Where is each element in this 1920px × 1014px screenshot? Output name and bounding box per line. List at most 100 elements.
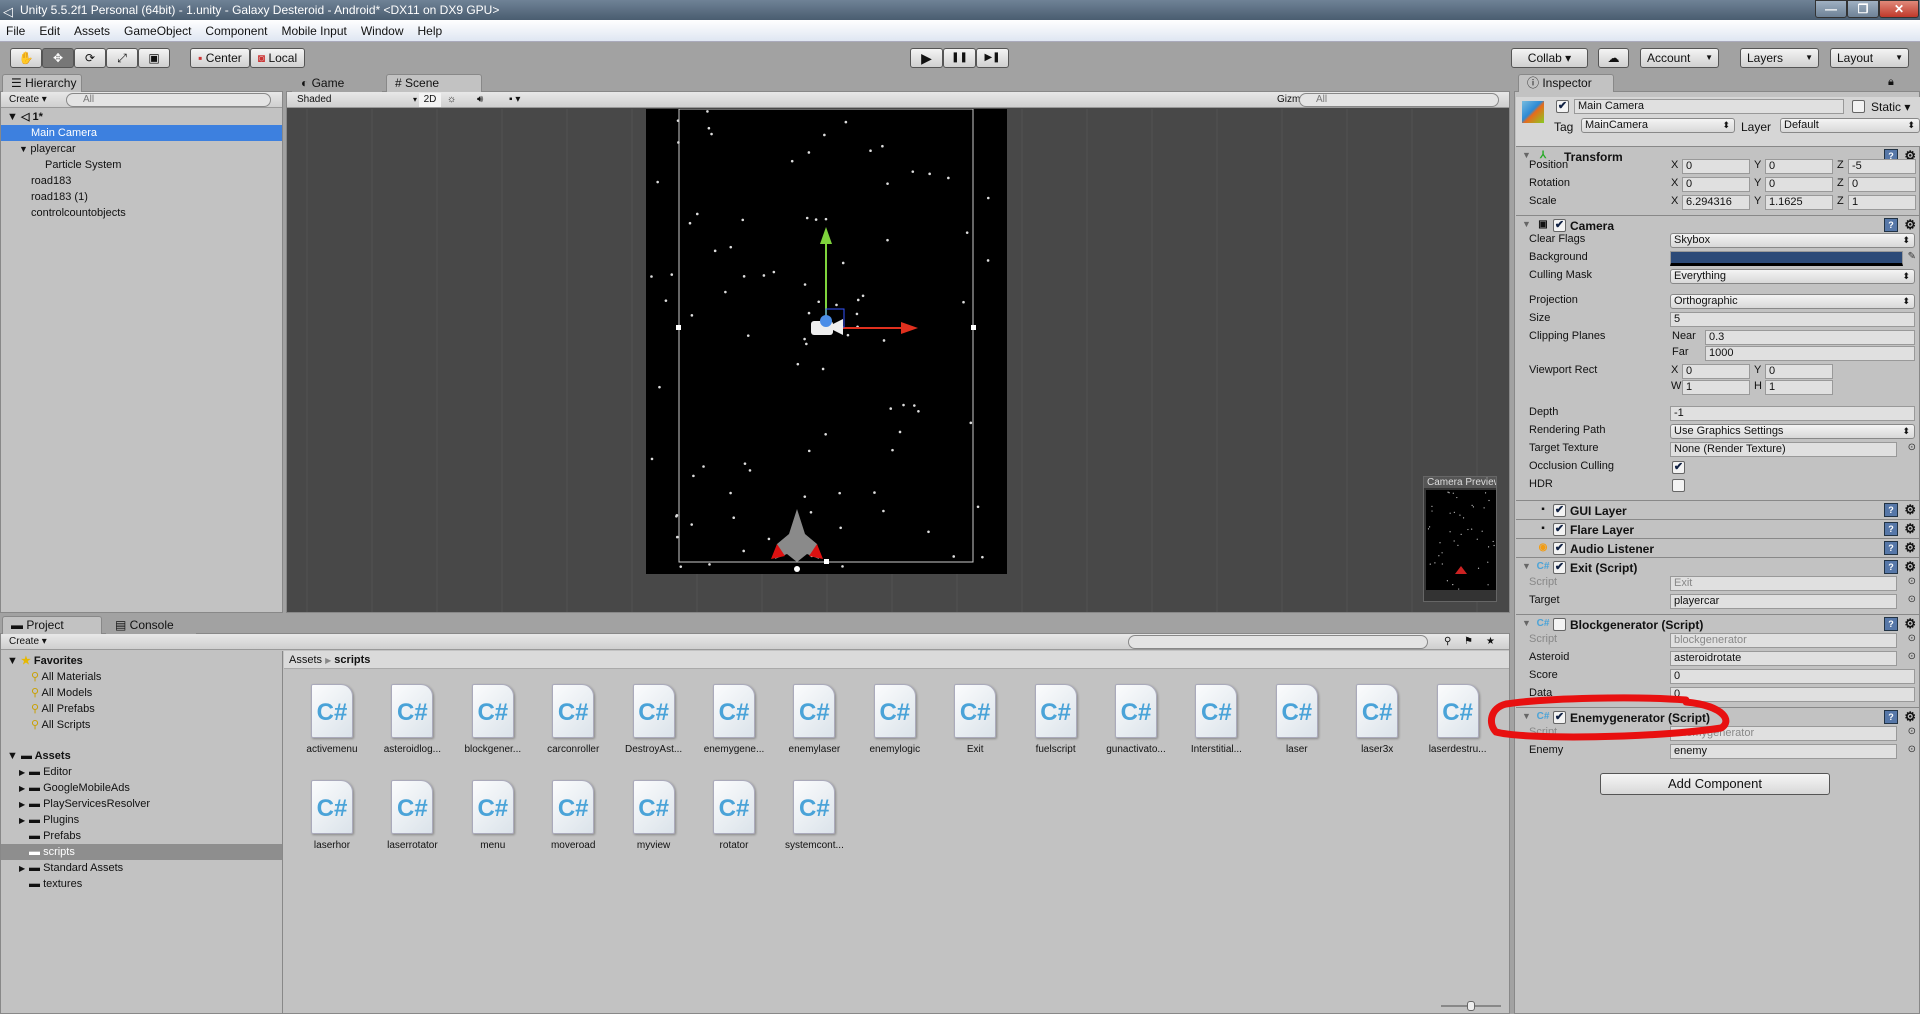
- menu-mobile-input[interactable]: Mobile Input: [281, 24, 346, 38]
- background-color-swatch[interactable]: [1670, 251, 1903, 266]
- object-picker-icon[interactable]: ⊙: [1908, 576, 1916, 587]
- script-file[interactable]: C# laserhor: [292, 780, 372, 851]
- enabled-checkbox[interactable]: ✔: [1553, 561, 1566, 574]
- gear-icon[interactable]: ⚙: [1904, 521, 1916, 537]
- effects-toggle-icon[interactable]: ▪ ▾: [509, 93, 520, 107]
- collapse-arrow-icon[interactable]: ▼: [1522, 219, 1531, 229]
- favorite-item[interactable]: ⚲ All Scripts: [1, 717, 282, 733]
- favorite-item[interactable]: ⚲ All Prefabs: [1, 701, 282, 717]
- script-file[interactable]: C# menu: [453, 780, 533, 851]
- scene-search-input[interactable]: All: [1299, 93, 1499, 107]
- restore-button[interactable]: ❐: [1847, 0, 1879, 18]
- near-field[interactable]: 0.3: [1705, 330, 1915, 345]
- script-file[interactable]: C# DestroyAst...: [614, 684, 694, 755]
- filter-label-icon[interactable]: ⚑: [1464, 635, 1473, 649]
- gear-icon[interactable]: ⚙: [1904, 502, 1916, 518]
- lock-icon[interactable]: 🔒︎: [1888, 76, 1894, 89]
- script-file[interactable]: C# carconroller: [533, 684, 613, 755]
- icon-size-slider[interactable]: [1441, 1001, 1501, 1011]
- menu-component[interactable]: Component: [205, 24, 267, 38]
- tab-inspector[interactable]: ⓘ Inspector: [1518, 74, 1614, 92]
- breadcrumb-assets[interactable]: Assets: [289, 654, 322, 666]
- scene-root[interactable]: ▼ ◁ 1*: [1, 109, 282, 125]
- rect-tool-button[interactable]: ▣: [138, 48, 170, 68]
- scale-x-field[interactable]: 6.294316: [1682, 195, 1750, 210]
- script-file[interactable]: C# blockgener...: [453, 684, 533, 755]
- layout-dropdown[interactable]: Layout ▼: [1830, 48, 1909, 68]
- hdr-checkbox[interactable]: [1672, 479, 1685, 492]
- help-book-icon[interactable]: ?: [1884, 218, 1898, 232]
- gear-icon[interactable]: ⚙: [1904, 217, 1916, 233]
- folder-item[interactable]: ▶ ▬ Editor: [1, 764, 282, 780]
- script-file[interactable]: C# Exit: [935, 684, 1015, 755]
- target-field[interactable]: playercar: [1670, 594, 1897, 609]
- hierarchy-item-particle-system[interactable]: Particle System: [1, 157, 282, 173]
- favorite-item[interactable]: ⚲ All Materials: [1, 669, 282, 685]
- create-dropdown[interactable]: Create ▾: [9, 635, 47, 649]
- close-button[interactable]: ✕: [1879, 0, 1919, 18]
- create-dropdown[interactable]: Create ▾: [9, 93, 47, 107]
- blockgenerator-component[interactable]: ▼ C# Blockgenerator (Script)? ⚙: [1516, 614, 1920, 633]
- bounds-handle[interactable]: [971, 325, 976, 330]
- folder-item[interactable]: ▬ textures: [1, 876, 282, 892]
- hierarchy-item-playercar[interactable]: ▼ playercar: [1, 141, 282, 157]
- script-field[interactable]: Exit: [1670, 576, 1897, 591]
- enabled-checkbox[interactable]: [1553, 618, 1566, 631]
- gui-layer-component[interactable]: ▪ ✔ GUI Layer? ⚙: [1516, 500, 1920, 519]
- script-field[interactable]: blockgenerator: [1670, 633, 1897, 648]
- expand-arrow-icon[interactable]: ▶: [19, 861, 29, 877]
- 2d-toggle[interactable]: 2D: [419, 93, 441, 107]
- menu-window[interactable]: Window: [361, 24, 404, 38]
- help-book-icon[interactable]: ?: [1884, 560, 1898, 574]
- script-file[interactable]: C# laser3x: [1337, 684, 1417, 755]
- script-file[interactable]: C# rotator: [694, 780, 774, 851]
- script-file[interactable]: C# enemylaser: [774, 684, 854, 755]
- flare-layer-component[interactable]: ▪ ✔ Flare Layer? ⚙: [1516, 519, 1920, 538]
- clear-flags-dropdown[interactable]: Skybox: [1670, 233, 1915, 248]
- menu-help[interactable]: Help: [418, 24, 443, 38]
- gear-icon[interactable]: ⚙: [1904, 616, 1916, 632]
- scale-z-field[interactable]: 1: [1848, 195, 1916, 210]
- enabled-checkbox[interactable]: ✔: [1553, 219, 1566, 232]
- gear-icon[interactable]: ⚙: [1904, 559, 1916, 575]
- expand-arrow-icon[interactable]: ▶: [19, 813, 29, 829]
- culling-mask-dropdown[interactable]: Everything: [1670, 269, 1915, 284]
- viewport-h-field[interactable]: 1: [1765, 380, 1833, 395]
- help-book-icon[interactable]: ?: [1884, 710, 1898, 724]
- target-texture-field[interactable]: None (Render Texture): [1670, 442, 1897, 457]
- static-dropdown[interactable]: Static ▾: [1871, 100, 1910, 114]
- move-tool-button[interactable]: ✥: [42, 48, 74, 68]
- script-file[interactable]: C# gunactivato...: [1096, 684, 1176, 755]
- help-book-icon[interactable]: ?: [1884, 617, 1898, 631]
- tag-dropdown[interactable]: MainCamera: [1581, 118, 1735, 133]
- expand-arrow-icon[interactable]: ▶: [19, 781, 29, 797]
- script-file[interactable]: C# laser: [1257, 684, 1337, 755]
- gear-icon[interactable]: ⚙: [1904, 709, 1916, 725]
- object-picker-icon[interactable]: ⊙: [1908, 744, 1916, 755]
- script-file[interactable]: C# myview: [614, 780, 694, 851]
- eyedropper-icon[interactable]: ✎: [1908, 251, 1916, 262]
- asteroid-field[interactable]: asteroidrotate: [1670, 651, 1897, 666]
- tab-game[interactable]: ◐ Game: [292, 74, 382, 92]
- static-checkbox[interactable]: [1852, 100, 1865, 113]
- enabled-checkbox[interactable]: ✔: [1553, 542, 1566, 555]
- rotation-z-field[interactable]: 0: [1848, 177, 1916, 192]
- hierarchy-item-controlcountobjects[interactable]: controlcountobjects: [1, 205, 282, 221]
- object-picker-icon[interactable]: ⊙: [1908, 633, 1916, 644]
- rendering-path-dropdown[interactable]: Use Graphics Settings: [1670, 424, 1915, 439]
- script-file[interactable]: C# moveroad: [533, 780, 613, 851]
- lighting-toggle-icon[interactable]: ☼: [447, 93, 456, 107]
- hierarchy-search-input[interactable]: All: [66, 93, 271, 107]
- tab-project[interactable]: ▬ Project: [2, 616, 102, 634]
- depth-field[interactable]: -1: [1670, 406, 1915, 421]
- expand-arrow-icon[interactable]: ▼: [19, 144, 30, 154]
- script-file[interactable]: C# laserrotator: [372, 780, 452, 851]
- menu-assets[interactable]: Assets: [74, 24, 110, 38]
- tab-scene[interactable]: # Scene: [386, 74, 482, 92]
- audio-listener-component[interactable]: ◉ ✔ Audio Listener? ⚙: [1516, 538, 1920, 557]
- hierarchy-item-main-camera[interactable]: Main Camera: [1, 125, 282, 141]
- object-picker-icon[interactable]: ⊙: [1908, 594, 1916, 605]
- folder-item[interactable]: ▬ scripts: [1, 844, 282, 860]
- menu-edit[interactable]: Edit: [39, 24, 60, 38]
- folder-item[interactable]: ▶ ▬ Plugins: [1, 812, 282, 828]
